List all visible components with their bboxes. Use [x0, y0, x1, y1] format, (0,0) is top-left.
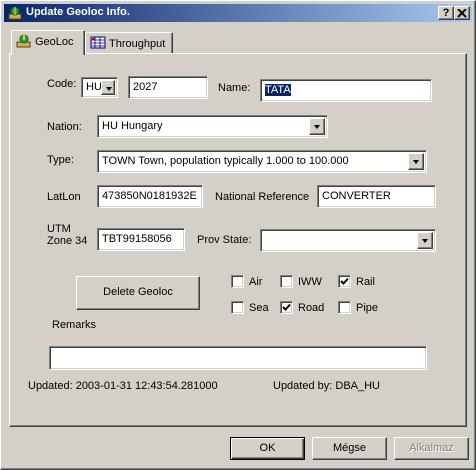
prov-state-select[interactable] [260, 229, 436, 252]
iww-label: IWW [298, 276, 322, 288]
national-reference-input[interactable]: CONVERTER [317, 185, 436, 208]
sea-label: Sea [249, 302, 269, 314]
delete-geoloc-button[interactable]: Delete Geoloc [76, 276, 200, 310]
code-input[interactable]: 2027 [128, 76, 208, 99]
cancel-button[interactable]: Mégse [312, 437, 387, 460]
iww-checkbox[interactable] [280, 275, 293, 288]
close-icon [457, 8, 467, 18]
tab-label: Throughput [109, 38, 166, 50]
utm-input[interactable]: TBT99158056 [97, 228, 185, 251]
utm-zone-label: Zone 34 [47, 235, 88, 247]
chevron-down-icon[interactable] [408, 153, 424, 170]
code-label: Code: [47, 78, 77, 90]
nation-value: HU Hungary [102, 120, 163, 132]
apply-button[interactable]: Alkalmaz [394, 437, 469, 460]
nation-select[interactable]: HU Hungary [97, 115, 328, 138]
title-bar[interactable]: Update Geoloc Info. ? [4, 4, 472, 22]
geoloc-panel: Code: HU 2027 Name: TATA Nation: HU Hung… [9, 53, 467, 427]
name-input[interactable]: TATA [260, 79, 432, 102]
latlon-input[interactable]: 473850N0181932E [97, 185, 203, 208]
globe-pin-icon [16, 34, 32, 48]
name-value: TATA [265, 84, 291, 96]
latlon-label: LatLon [47, 191, 81, 203]
code-country-value: HU [86, 81, 102, 93]
checkmark-icon [340, 277, 349, 285]
chevron-down-icon[interactable] [101, 80, 115, 95]
rail-label: Rail [356, 276, 375, 288]
help-button[interactable]: ? [438, 6, 454, 20]
remarks-input[interactable] [49, 346, 427, 370]
tab-geoloc[interactable]: GeoLoc [11, 30, 85, 55]
air-label: Air [249, 276, 263, 288]
type-value: TOWN Town, population typically 1.000 to… [102, 155, 349, 167]
utm-label: UTM [47, 223, 71, 235]
remarks-label: Remarks [52, 319, 97, 331]
prov-state-label: Prov State: [197, 234, 252, 246]
close-button[interactable] [454, 6, 470, 20]
updated-timestamp: Updated: 2003-01-31 12:43:54.281000 [28, 380, 218, 392]
app-icon [7, 5, 23, 21]
sea-checkbox[interactable] [231, 301, 244, 314]
air-checkbox[interactable] [231, 275, 244, 288]
road-label: Road [298, 302, 325, 314]
name-label: Name: [218, 82, 251, 94]
type-select[interactable]: TOWN Town, population typically 1.000 to… [97, 150, 427, 173]
code-country-select[interactable]: HU [81, 77, 118, 98]
chart-table-icon [90, 36, 106, 50]
ok-button[interactable]: OK [230, 437, 305, 460]
pipe-checkbox[interactable] [338, 301, 351, 314]
road-checkbox[interactable] [280, 301, 293, 314]
dialog-window: Update Geoloc Info. ? GeoLoc Throughput [0, 0, 476, 470]
national-reference-label: National Reference [215, 191, 310, 203]
rail-checkbox[interactable] [338, 275, 351, 288]
chevron-down-icon[interactable] [309, 118, 325, 135]
nation-label: Nation: [47, 121, 82, 133]
chevron-down-icon[interactable] [417, 232, 433, 249]
checkmark-icon [282, 303, 291, 311]
updated-by: Updated by: DBA_HU [273, 380, 380, 392]
type-label: Type: [47, 154, 74, 166]
tab-label: GeoLoc [35, 36, 74, 48]
pipe-label: Pipe [356, 302, 379, 314]
tab-throughput[interactable]: Throughput [85, 32, 173, 54]
window-title: Update Geoloc Info. [26, 6, 130, 18]
